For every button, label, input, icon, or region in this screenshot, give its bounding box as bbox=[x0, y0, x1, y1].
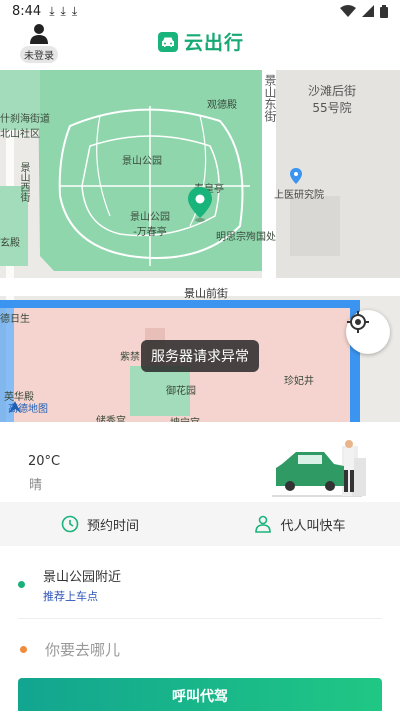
download-icon: ⤓ bbox=[71, 3, 78, 18]
download-icon: ⤓ bbox=[49, 3, 55, 18]
street-jingshan-qianjie: 景山前街 bbox=[184, 287, 228, 300]
user-profile-button[interactable]: 未登录 bbox=[18, 22, 60, 63]
destination-row[interactable] bbox=[18, 638, 378, 662]
navigation-arrow-icon bbox=[9, 401, 21, 413]
ride-options-bar: 预约时间 代人叫快车 bbox=[0, 502, 400, 546]
driver-car-illustration bbox=[272, 440, 366, 497]
destination-input[interactable] bbox=[45, 638, 365, 662]
poi-jingde-sheng[interactable]: 德日生 bbox=[0, 310, 30, 325]
poi-zijin-city[interactable]: 紫禁 bbox=[120, 348, 140, 363]
poi-jingshan-park[interactable]: 景山公园 bbox=[122, 152, 162, 167]
poi-guande-hall[interactable]: 观德殿 bbox=[207, 96, 237, 111]
destination-dot-icon bbox=[20, 646, 27, 653]
location-pin-icon bbox=[188, 187, 212, 222]
poi-kunning-palace[interactable]: 坤宁宫 bbox=[170, 414, 200, 422]
weather-condition: 晴 bbox=[29, 478, 43, 493]
poi-shangyi-institute[interactable]: 上医研究院 bbox=[274, 186, 324, 201]
map-provider-logo: 高德地图 bbox=[8, 400, 48, 415]
pickup-dot-icon bbox=[18, 581, 25, 588]
poi-beihai-street[interactable]: 什刹海街道 北山社区 bbox=[0, 110, 50, 140]
proxy-call-button[interactable]: 代人叫快车 bbox=[200, 502, 400, 546]
poi-chuxiu-palace[interactable]: 储秀宫 bbox=[96, 412, 126, 422]
poi-jingshan-xijie: 景山西街 bbox=[18, 162, 29, 202]
proxy-call-label: 代人叫快车 bbox=[280, 518, 346, 534]
app-brand: 云出行 bbox=[158, 28, 244, 55]
wifi-icon bbox=[340, 5, 356, 17]
reserve-time-label: 预约时间 bbox=[86, 518, 139, 534]
poi-mingsi-memorial[interactable]: 明思宗殉国处 bbox=[216, 228, 276, 243]
error-toast: 服务器请求异常 bbox=[141, 340, 259, 372]
app-header: 未登录 云出行 bbox=[0, 22, 400, 66]
weather-card: 20°C 晴 bbox=[0, 422, 400, 502]
clock-icon bbox=[61, 515, 79, 533]
pickup-hint[interactable]: 推荐上车点 bbox=[43, 588, 98, 604]
login-status-label: 未登录 bbox=[20, 46, 58, 63]
person-icon bbox=[255, 515, 272, 533]
crosshair-icon bbox=[347, 311, 369, 333]
map-view[interactable]: 景山东街 沙滩后街 55号院 什刹海街道 北山社区 观德殿 景山公园 寿皇亭 景… bbox=[0, 66, 400, 422]
poi-xuanren-hall[interactable]: 玄殿 bbox=[0, 234, 20, 249]
poi-jingshan-dongjie[interactable]: 景山东街 bbox=[262, 74, 279, 122]
map-marker-icon bbox=[290, 168, 302, 184]
pickup-name: 景山公园附近 bbox=[43, 570, 122, 585]
download-icon: ⤓ bbox=[60, 3, 66, 18]
cellular-icon bbox=[362, 5, 374, 17]
car-logo-icon bbox=[158, 31, 178, 52]
call-driver-button[interactable]: 呼叫代驾 bbox=[18, 678, 382, 711]
poi-shatan-houjie[interactable]: 沙滩后街 55号院 bbox=[308, 82, 356, 116]
battery-icon bbox=[380, 4, 388, 18]
status-bar: 8:44 ⤓ ⤓ ⤓ bbox=[0, 0, 400, 22]
route-panel: 景山公园附近 推荐上车点 呼叫代驾 bbox=[0, 546, 400, 711]
poi-wanchun-pavilion[interactable]: 景山公园 -万春亭 bbox=[130, 208, 170, 238]
status-time: 8:44 bbox=[12, 3, 42, 19]
locate-button[interactable] bbox=[346, 310, 390, 354]
route-divider bbox=[18, 618, 382, 619]
poi-zhenfei-well[interactable]: 珍妃井 bbox=[284, 372, 314, 387]
reserve-time-button[interactable]: 预约时间 bbox=[0, 502, 200, 546]
poi-yuhua-garden[interactable]: 御花园 bbox=[166, 382, 196, 397]
weather-temperature: 20°C bbox=[28, 454, 61, 469]
user-icon bbox=[30, 24, 48, 44]
app-title: 云出行 bbox=[184, 32, 245, 54]
